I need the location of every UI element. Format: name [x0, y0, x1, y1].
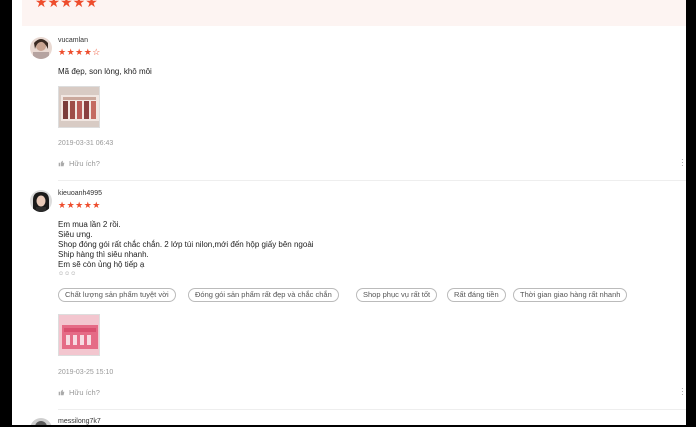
review-text-line: Em sẽ còn ủng hộ tiếp ạ [58, 260, 145, 269]
review-tag: Rất đáng tiền [447, 288, 506, 302]
helpful-label: Hữu ích? [69, 388, 100, 397]
helpful-button[interactable]: Hữu ích? [58, 159, 100, 168]
review-timestamp: 2019-03-25 15:10 [58, 369, 114, 376]
review-divider [58, 409, 686, 410]
helpful-label: Hữu ích? [69, 159, 100, 168]
review-tag: Chất lượng sản phẩm tuyệt vời [58, 288, 176, 302]
rating-summary-stars: ★★★★★ [35, 0, 98, 10]
review-stars-empty: ☆ [92, 47, 101, 57]
review-text-line: Shop đóng gói rất chắc chắn. 2 lớp túi n… [58, 240, 314, 249]
thumbs-up-icon [58, 160, 65, 167]
thumbs-up-icon [58, 389, 65, 396]
helpful-button[interactable]: Hữu ích? [58, 388, 100, 397]
review-emoji: ☺☺☺ [58, 271, 77, 277]
review-tag: Đóng gói sản phẩm rất đẹp và chắc chắn [188, 288, 339, 302]
review-photo[interactable] [58, 314, 100, 356]
review-text-line: Ship hàng thì siêu nhanh. [58, 250, 149, 259]
more-options-icon[interactable]: · · · [681, 385, 684, 399]
avatar[interactable] [30, 190, 52, 212]
review-text-line: Siêu ưng. [58, 230, 93, 239]
review-timestamp: 2019-03-31 06:43 [58, 140, 114, 147]
review-stars: ★★★★★ [58, 200, 101, 211]
review-stars-filled: ★★★★★ [58, 200, 101, 210]
more-options-icon[interactable]: · · · [681, 156, 684, 170]
review-tag: Shop phục vụ rất tốt [356, 288, 438, 302]
review-stars: ★★★★☆ [58, 47, 101, 58]
review-divider [58, 180, 686, 181]
right-frame-border [686, 0, 696, 427]
review-stars-filled: ★★★★ [58, 47, 93, 57]
avatar[interactable] [30, 37, 52, 59]
review-photo[interactable] [58, 86, 100, 128]
reviewer-username[interactable]: kieuoanh4995 [58, 190, 102, 197]
review-text-line: Em mua lần 2 rồi. [58, 220, 121, 229]
rating-summary-band [22, 0, 686, 26]
reviewer-username[interactable]: messilong7k7 [58, 418, 101, 425]
review-text: Mã đẹp, son lòng, khô môi [58, 67, 152, 76]
left-frame-border [0, 0, 12, 427]
review-tag: Thời gian giao hàng rất nhanh [513, 288, 628, 302]
reviewer-username[interactable]: vucamlan [58, 37, 88, 44]
